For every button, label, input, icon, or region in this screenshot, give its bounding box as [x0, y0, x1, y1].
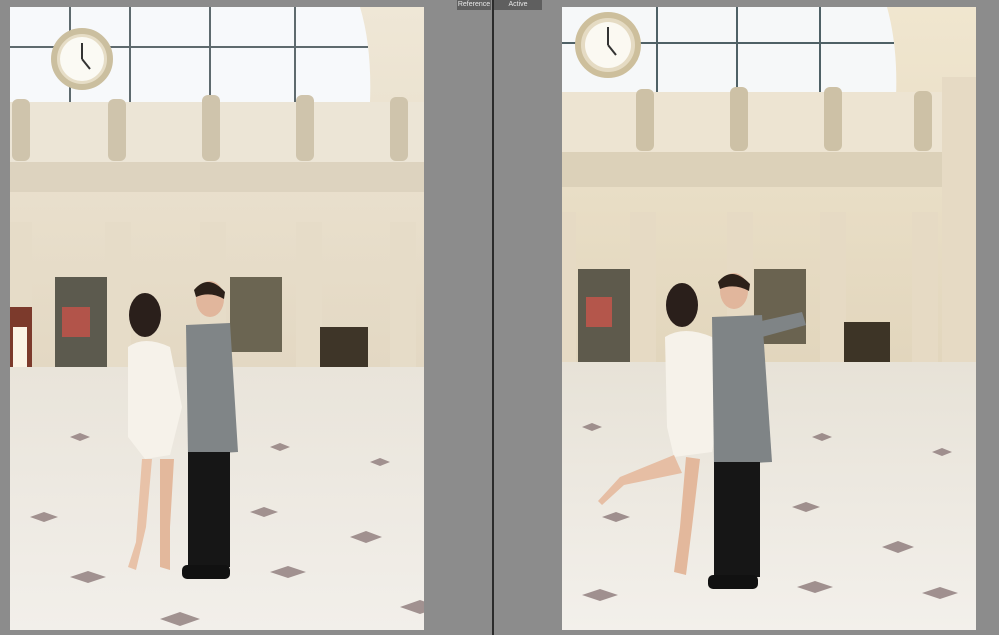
reference-tab[interactable]: Reference — [457, 0, 491, 10]
reference-pane: Reference — [0, 0, 492, 635]
active-photo[interactable] — [562, 7, 976, 630]
reference-photo[interactable] — [10, 7, 424, 630]
active-pane: Active — [494, 0, 999, 635]
active-tab[interactable]: Active — [494, 0, 542, 10]
